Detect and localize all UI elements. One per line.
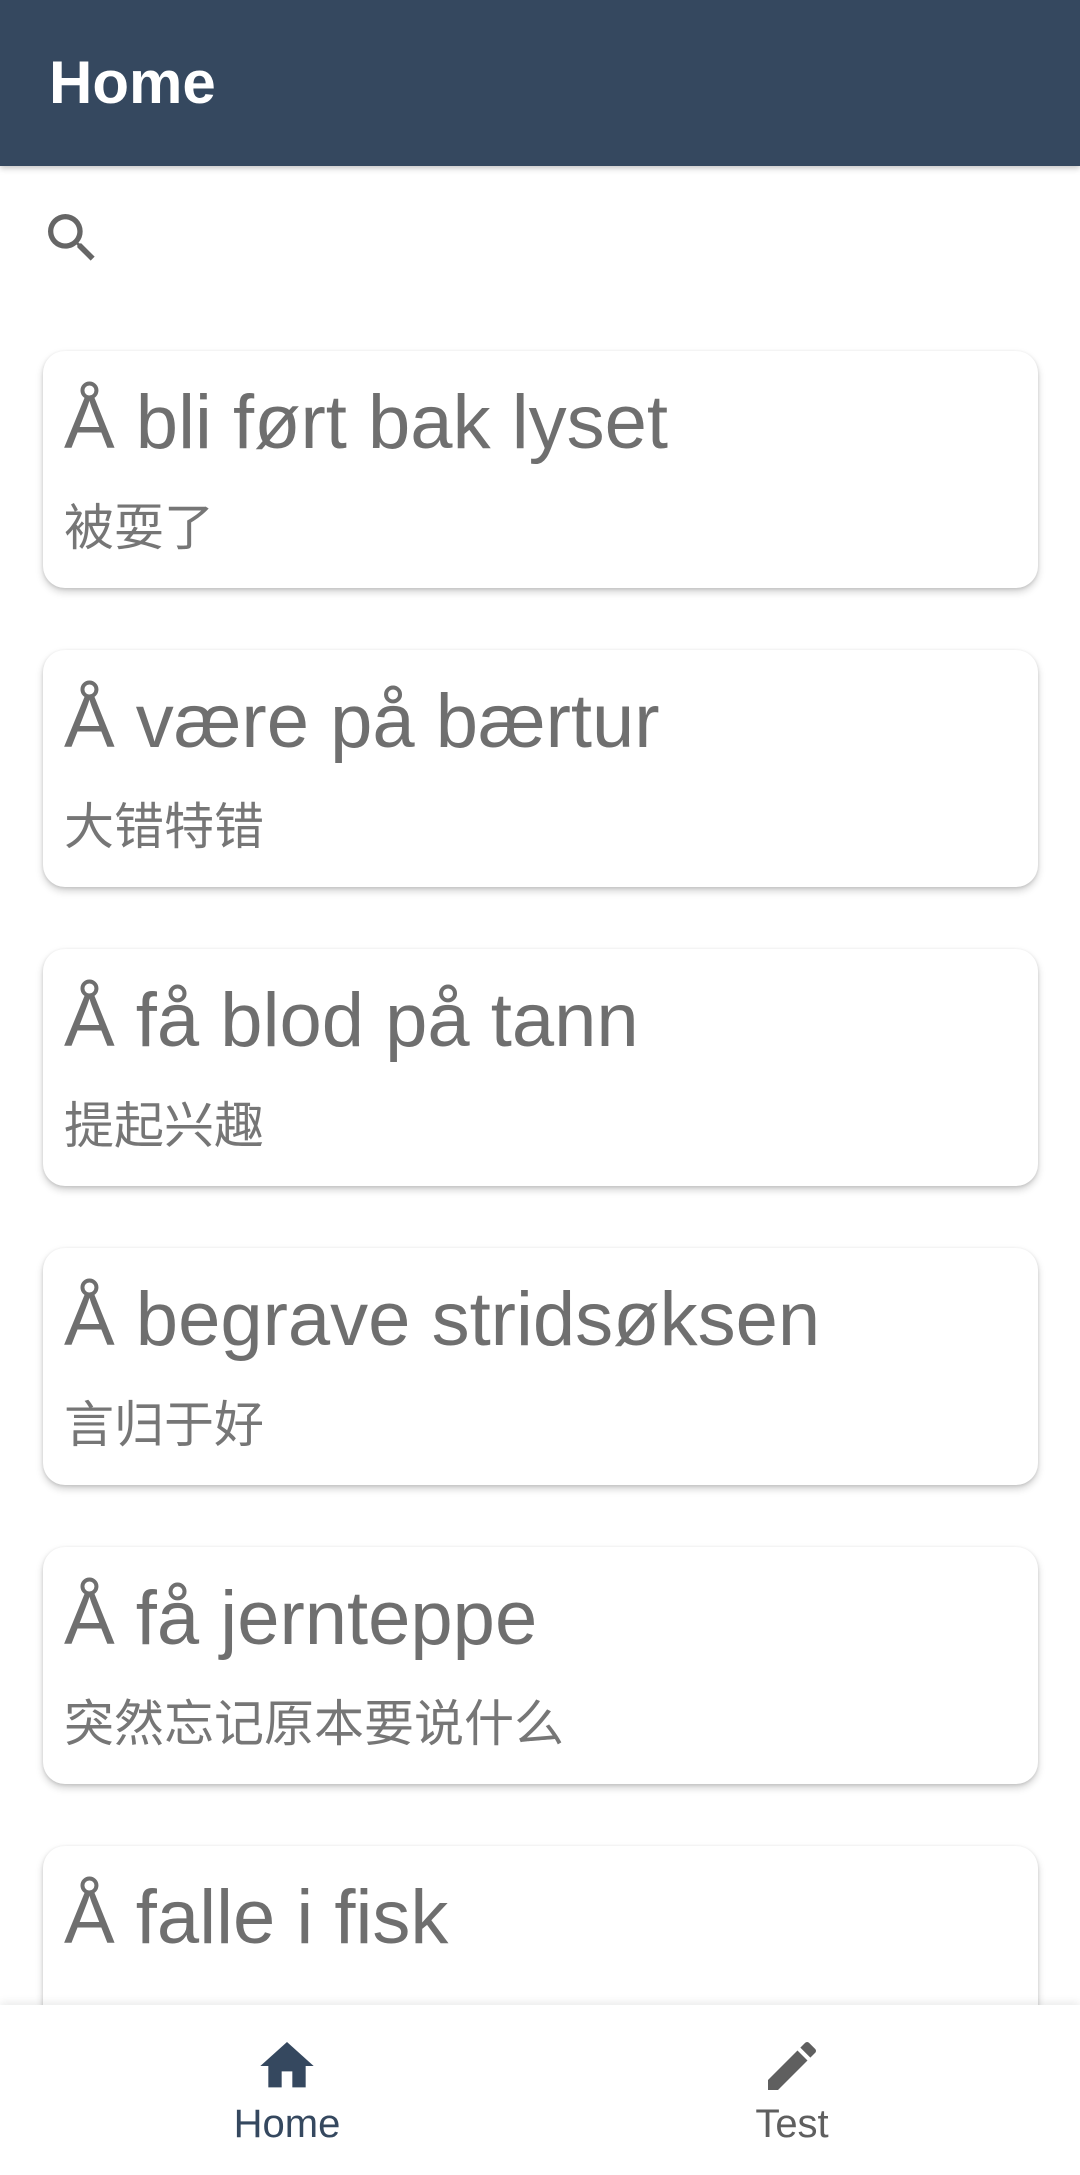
search-icon[interactable] [40,206,104,270]
phrase-translation: 大错特错 [64,798,264,856]
search-bar [0,166,1080,316]
phrase-card[interactable]: Å få blod på tann 提起兴趣 [43,949,1038,1186]
phrase-card[interactable]: Å få jernteppe 突然忘记原本要说什么 [43,1547,1038,1784]
nav-label-test: Test [755,2102,829,2146]
phrase-title: Å være på bærtur [64,679,660,764]
phrase-title: Å få jernteppe [64,1576,538,1661]
phrase-list[interactable]: Å bli ført bak lyset 被耍了 Å være på bærtu… [0,316,1080,2006]
nav-item-test[interactable]: Test [522,2005,1062,2175]
phrase-title: Å få blod på tann [64,978,639,1063]
nav-item-home[interactable]: Home [17,2005,557,2175]
phrase-card[interactable]: Å være på bærtur 大错特错 [43,650,1038,887]
phrase-title: Å falle i fisk [64,1875,449,1960]
phrase-title: Å bli ført bak lyset [64,380,668,465]
phrase-translation: 提起兴趣 [64,1097,264,1155]
home-icon [260,2042,314,2088]
nav-label-home: Home [233,2102,341,2146]
phrase-translation: 被耍了 [64,499,214,557]
page-title: Home [49,49,216,116]
phrase-translation: 言归于好 [64,1396,264,1454]
app-bar: Home [0,0,1080,166]
phrase-card[interactable]: Å bli ført bak lyset 被耍了 [43,351,1038,588]
app-root: Home Å bli ført bak lyset 被耍了 Å være på … [0,0,1080,2175]
pencil-icon [768,2041,817,2090]
bottom-navigation: Home Test [0,2005,1080,2175]
phrase-translation: 突然忘记原本要说什么 [64,1695,564,1753]
phrase-card[interactable]: Å begrave stridsøksen 言归于好 [43,1248,1038,1485]
phrase-title: Å begrave stridsøksen [64,1277,821,1362]
search-input[interactable] [120,206,1024,272]
phrase-card[interactable]: Å falle i fisk [43,1846,1038,2006]
